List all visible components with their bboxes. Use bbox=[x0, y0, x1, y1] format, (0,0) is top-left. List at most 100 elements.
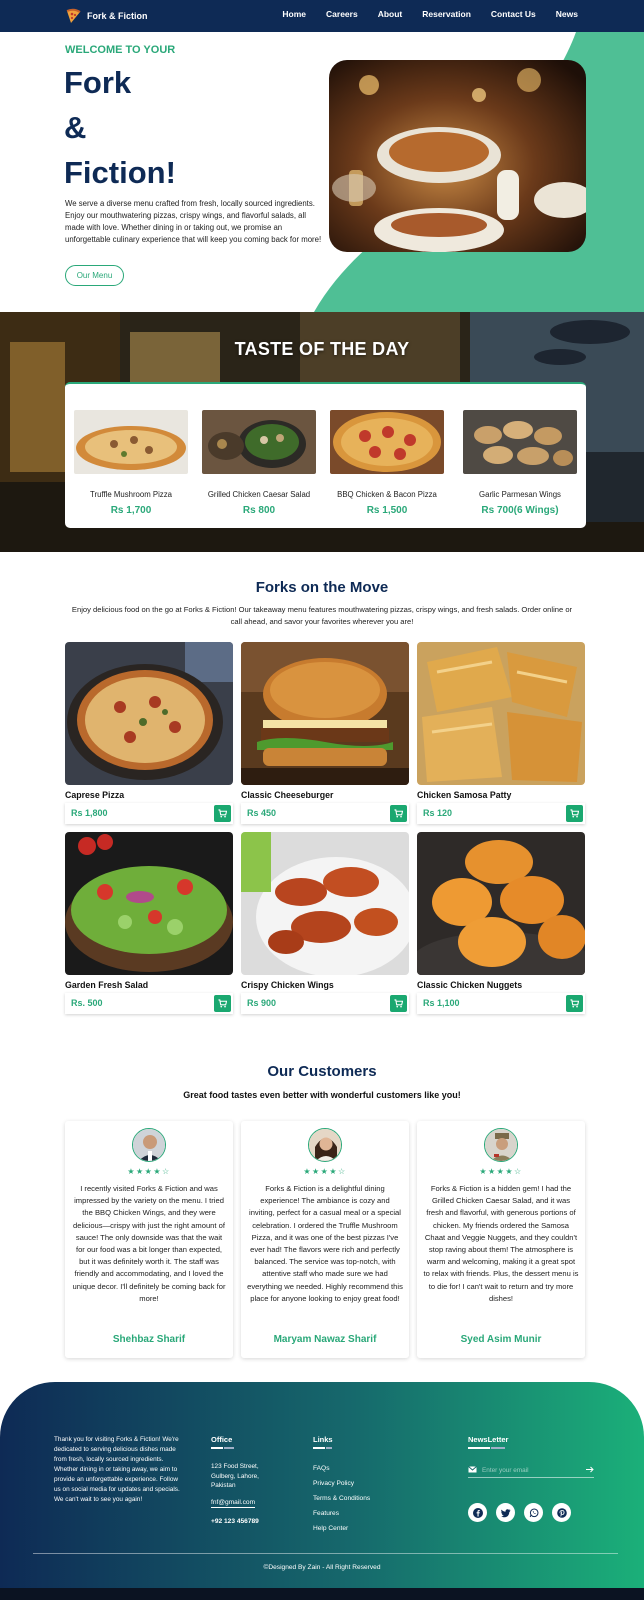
taste-item-image bbox=[74, 410, 188, 474]
taste-item-name: Grilled Chicken Caesar Salad bbox=[207, 490, 311, 499]
product-price: Rs 120 bbox=[423, 808, 453, 818]
taste-item-price: Rs 800 bbox=[242, 505, 276, 516]
avatar bbox=[308, 1128, 342, 1162]
taste-item[interactable]: Truffle Mushroom Pizza Rs 1,700 bbox=[74, 410, 188, 516]
product-price: Rs 1,800 bbox=[71, 808, 108, 818]
footer-link-features[interactable]: Features bbox=[313, 1510, 339, 1517]
product-price-bar: Rs. 500 bbox=[65, 993, 233, 1014]
footer-copyright: ©Designed By Zain - All Right Reserved bbox=[263, 1564, 381, 1571]
hero-description: We serve a diverse menu crafted from fre… bbox=[65, 199, 322, 244]
taste-of-the-day-card: Truffle Mushroom Pizza Rs 1,700 Grilled … bbox=[65, 382, 586, 528]
facebook-button[interactable] bbox=[468, 1503, 487, 1522]
reviewer-name: Syed Asim Munir bbox=[460, 1334, 542, 1345]
product-image bbox=[417, 642, 585, 785]
product-image bbox=[417, 832, 585, 975]
heading-underline bbox=[211, 1447, 223, 1449]
forks-on-the-move-description: Enjoy delicious food on the go at Forks … bbox=[71, 605, 573, 626]
newsletter-email-input[interactable] bbox=[482, 1464, 578, 1476]
add-to-cart-button[interactable] bbox=[390, 805, 407, 822]
nav-links: Home Careers About Reservation Contact U… bbox=[282, 9, 578, 19]
footer: Thank you for visiting Forks & Fiction! … bbox=[0, 1382, 644, 1588]
footer-email-link[interactable]: fnf@gmail.com bbox=[211, 1499, 256, 1508]
page-bottom-strip bbox=[0, 1588, 644, 1600]
product-price-bar: Rs 120 bbox=[417, 803, 585, 824]
brand[interactable]: Fork & Fiction bbox=[65, 8, 148, 24]
taste-item[interactable]: Grilled Chicken Caesar Salad Rs 800 bbox=[202, 410, 316, 516]
add-to-cart-button[interactable] bbox=[214, 995, 231, 1012]
taste-item-price: Rs 1,700 bbox=[110, 505, 152, 516]
our-menu-button[interactable]: Our Menu bbox=[65, 265, 124, 286]
cart-icon bbox=[570, 809, 579, 818]
newsletter-form bbox=[468, 1462, 594, 1478]
review-card: ★★★★☆ Forks & Fiction is a delightful di… bbox=[241, 1121, 409, 1358]
taste-of-the-day-section: TASTE OF THE DAY Truffle Mushroom Pizza … bbox=[0, 312, 644, 552]
pizza-slice-icon bbox=[66, 8, 81, 23]
pinterest-button[interactable] bbox=[552, 1503, 571, 1522]
taste-item[interactable]: Garlic Parmesan Wings Rs 700(6 Wings) bbox=[463, 410, 577, 516]
footer-phone: +92 123 456789 bbox=[211, 1518, 259, 1525]
nav-link-news[interactable]: News bbox=[556, 9, 578, 19]
whatsapp-button[interactable] bbox=[524, 1503, 543, 1522]
arrow-right-icon[interactable] bbox=[586, 1466, 594, 1473]
review-text: Forks & Fiction is a hidden gem! I had t… bbox=[423, 1184, 579, 1303]
nav-link-careers[interactable]: Careers bbox=[326, 9, 358, 19]
whatsapp-icon bbox=[529, 1508, 538, 1517]
reviewer-name: Maryam Nawaz Sharif bbox=[273, 1334, 377, 1345]
footer-link-help-center[interactable]: Help Center bbox=[313, 1525, 348, 1532]
product-name: Caprese Pizza bbox=[65, 790, 125, 800]
taste-item-price: Rs 700(6 Wings) bbox=[481, 505, 559, 516]
envelope-icon bbox=[468, 1466, 477, 1473]
taste-item-name: Truffle Mushroom Pizza bbox=[90, 490, 172, 499]
cart-icon bbox=[394, 809, 403, 818]
product-card: Classic Chicken Nuggets Rs 1,100 bbox=[417, 832, 585, 1014]
hero-restaurant-photo bbox=[329, 60, 586, 252]
add-to-cart-button[interactable] bbox=[214, 805, 231, 822]
nav-link-contact-us[interactable]: Contact Us bbox=[491, 9, 536, 19]
footer-address: 123 Food Street, Gulberg, Lahore, Pakist… bbox=[211, 1463, 259, 1490]
review-card: ★★★★☆ I recently visited Forks & Fiction… bbox=[65, 1121, 233, 1358]
reviewer-name: Shehbaz Sharif bbox=[112, 1334, 186, 1345]
taste-item[interactable]: BBQ Chicken & Bacon Pizza Rs 1,500 bbox=[330, 410, 444, 516]
taste-item-price: Rs 1,500 bbox=[366, 505, 408, 516]
hero-title-line: Fiction! bbox=[64, 155, 176, 190]
footer-about-text: Thank you for visiting Forks & Fiction! … bbox=[54, 1436, 180, 1503]
top-navbar: Fork & Fiction Home Careers About Reserv… bbox=[0, 0, 644, 32]
footer-link-terms[interactable]: Terms & Conditions bbox=[313, 1495, 370, 1502]
heading-underline bbox=[468, 1447, 490, 1449]
product-name: Chicken Samosa Patty bbox=[417, 790, 512, 800]
product-price: Rs 1,100 bbox=[423, 998, 460, 1008]
nav-link-about[interactable]: About bbox=[378, 9, 403, 19]
footer-links-heading: Links bbox=[313, 1435, 333, 1444]
review-text: I recently visited Forks & Fiction and w… bbox=[72, 1184, 226, 1303]
product-card: Chicken Samosa Patty Rs 120 bbox=[417, 642, 585, 824]
forks-on-the-move-title: Forks on the Move bbox=[255, 579, 389, 596]
twitter-button[interactable] bbox=[496, 1503, 515, 1522]
nav-link-reservation[interactable]: Reservation bbox=[422, 9, 471, 19]
taste-item-image bbox=[330, 410, 444, 474]
add-to-cart-button[interactable] bbox=[390, 995, 407, 1012]
footer-link-privacy-policy[interactable]: Privacy Policy bbox=[313, 1480, 354, 1487]
hero-title-line: Fork bbox=[64, 65, 132, 100]
review-text: Forks & Fiction is a delightful dining e… bbox=[247, 1184, 403, 1303]
product-card: Garden Fresh Salad Rs. 500 bbox=[65, 832, 233, 1014]
nav-link-home[interactable]: Home bbox=[282, 9, 306, 19]
product-image bbox=[65, 832, 233, 975]
product-price-bar: Rs 1,800 bbox=[65, 803, 233, 824]
taste-item-image bbox=[463, 410, 577, 474]
hero-title: Fork & Fiction! bbox=[64, 60, 176, 195]
product-name: Garden Fresh Salad bbox=[65, 980, 149, 990]
brand-name: Fork & Fiction bbox=[87, 11, 148, 21]
product-card: Caprese Pizza Rs 1,800 bbox=[65, 642, 233, 824]
hero-section: WELCOME TO YOUR Fork & Fiction! We serve… bbox=[0, 32, 644, 312]
hero-welcome-text: WELCOME TO YOUR bbox=[65, 44, 176, 56]
product-price: Rs. 500 bbox=[71, 998, 103, 1008]
add-to-cart-button[interactable] bbox=[566, 995, 583, 1012]
add-to-cart-button[interactable] bbox=[566, 805, 583, 822]
cart-icon bbox=[218, 999, 227, 1008]
product-name: Classic Chicken Nuggets bbox=[417, 980, 523, 990]
product-name: Crispy Chicken Wings bbox=[241, 980, 334, 990]
taste-item-image bbox=[202, 410, 316, 474]
footer-link-faqs[interactable]: FAQs bbox=[313, 1465, 330, 1472]
heading-underline bbox=[491, 1447, 505, 1449]
footer-newsletter-heading: NewsLetter bbox=[468, 1435, 509, 1444]
